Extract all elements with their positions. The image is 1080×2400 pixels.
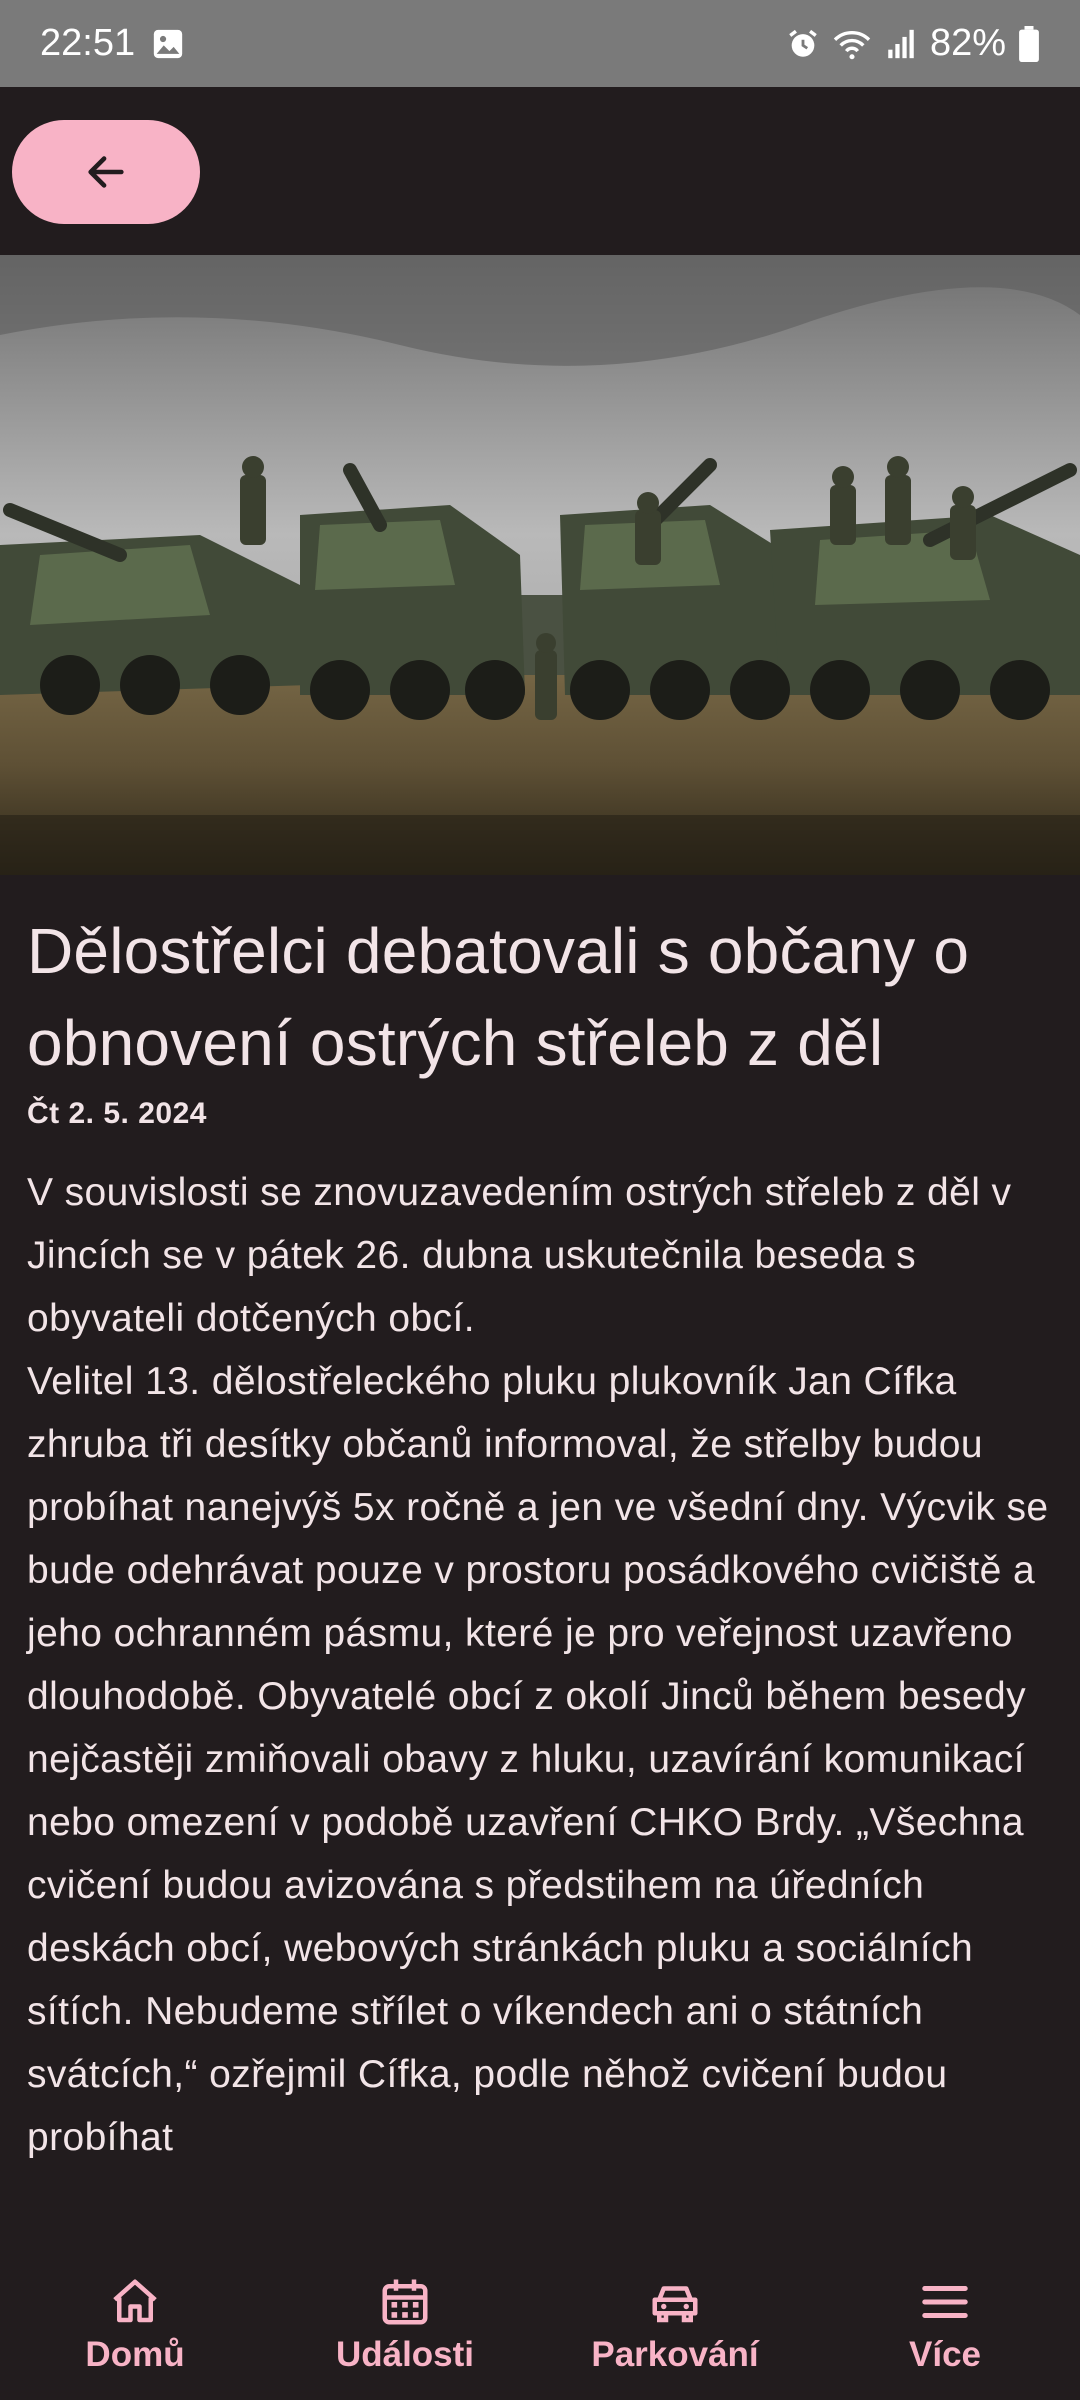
status-bar: 22:51 82% [0, 0, 1080, 87]
nav-item-home[interactable]: Domů [5, 2275, 265, 2375]
article-title: Dělostřelci debatovali s občany o obnove… [27, 915, 970, 1079]
signal-icon [884, 27, 918, 61]
article: Dělostřelci debatovali s občany o obnove… [0, 875, 1080, 2250]
article-body: V souvislosti se znovuzavedením ostrých … [27, 1171, 1049, 2159]
car-icon [648, 2275, 702, 2335]
top-app-bar [0, 87, 1080, 255]
home-icon [108, 2275, 162, 2335]
article-hero-image [0, 255, 1080, 875]
battery-icon [1018, 25, 1040, 62]
howitzers-photo [0, 255, 1080, 875]
gallery-icon [151, 27, 185, 61]
article-date: Čt 2. 5. 2024 [27, 1097, 207, 1130]
nav-label-more: Více [909, 2335, 981, 2374]
bottom-navigation: Domů Události Parkování Více [0, 2250, 1080, 2400]
battery-level: 82% [929, 22, 1006, 64]
nav-item-parking[interactable]: Parkování [545, 2275, 805, 2375]
status-right: 82% [786, 22, 1040, 65]
status-left: 22:51 [40, 22, 185, 65]
nav-item-events[interactable]: Události [275, 2275, 535, 2375]
nav-label-home: Domů [85, 2335, 185, 2374]
nav-label-events: Události [335, 2335, 475, 2374]
nav-label-parking: Parkování [591, 2335, 759, 2374]
arrow-left-icon [83, 149, 129, 195]
wifi-icon [832, 27, 872, 61]
status-time: 22:51 [40, 22, 136, 64]
back-button[interactable] [12, 120, 200, 224]
menu-icon [918, 2275, 972, 2335]
nav-item-more[interactable]: Více [815, 2275, 1075, 2375]
alarm-icon [786, 27, 820, 61]
calendar-icon [378, 2275, 432, 2335]
